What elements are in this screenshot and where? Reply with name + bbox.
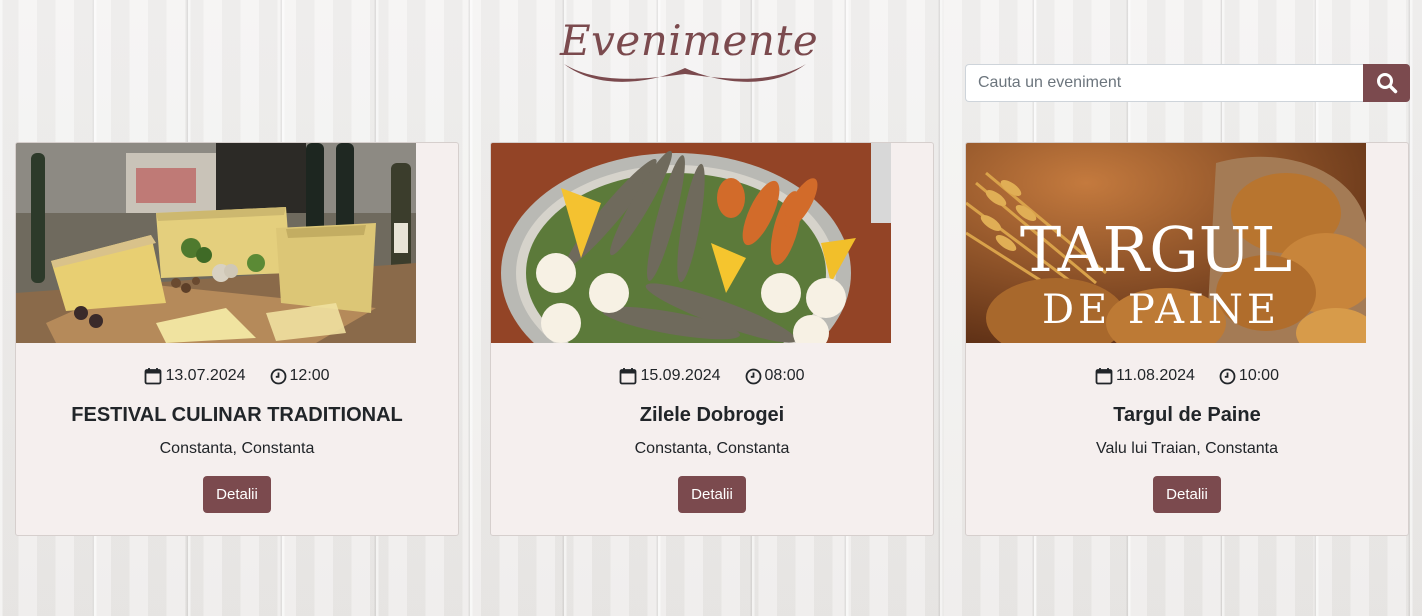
event-date: 11.08.2024 [1116,367,1195,384]
search-input[interactable] [965,64,1363,102]
event-location: Constanta, Constanta [634,440,790,457]
bread-poster-title-line1: TARGUL [1020,213,1292,286]
event-image-bread-poster[interactable]: TARGUL DE PAINE [966,143,1366,343]
event-date: 15.09.2024 [640,367,721,384]
event-time: 10:00 [1238,367,1279,384]
search-bar [965,64,1410,102]
calendar-icon [145,368,162,385]
search-icon [1376,73,1397,94]
calendar-icon [620,368,637,385]
logo-swash-decoration [564,64,806,82]
event-time: 12:00 [289,367,330,384]
details-button[interactable]: Detalii [203,476,271,513]
event-date: 13.07.2024 [165,367,246,384]
event-image-fish-platter[interactable] [491,143,891,343]
event-time: 08:00 [764,367,805,384]
calendar-icon [1095,368,1113,385]
details-button[interactable]: Detalii [1153,476,1221,513]
clock-icon [1219,368,1236,384]
event-title: Targul de Paine [1113,404,1261,426]
logo[interactable]: Evenimente [560,16,818,86]
event-location: Valu lui Traian, Constanta [1095,440,1279,457]
event-image-cheese-platter[interactable] [16,143,416,343]
event-card: TARGUL DE PAINE 11.08.2024 10:00 Targul … [965,142,1409,536]
search-button[interactable] [1363,64,1410,102]
event-title: FESTIVAL CULINAR TRADITIONAL [71,404,403,426]
clock-icon [745,368,761,384]
details-button[interactable]: Detalii [678,476,746,513]
event-card: 15.09.2024 08:00 Zilele Dobrogei Constan… [490,142,934,536]
event-location: Constanta, Constanta [159,440,315,457]
bread-poster-title-line2: DE PAINE [1042,287,1280,333]
clock-icon [270,368,286,384]
event-title: Zilele Dobrogei [639,404,785,426]
event-card: 13.07.2024 12:00 FESTIVAL CULINAR TRADIT… [15,142,459,536]
